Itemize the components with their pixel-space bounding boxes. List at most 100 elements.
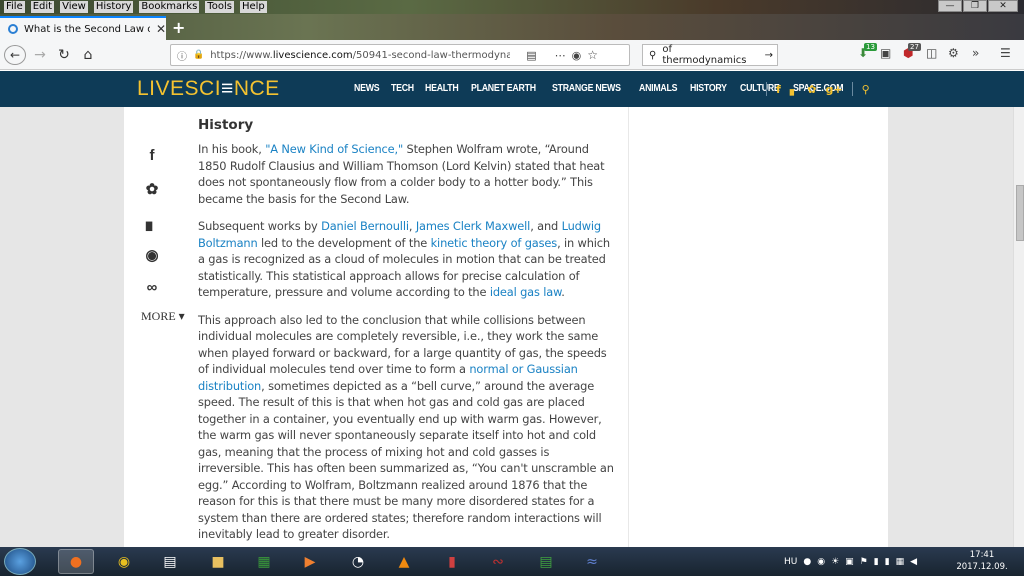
site-search-icon[interactable]: ⚲ [862, 83, 870, 96]
minimize-icon[interactable]: — [938, 0, 962, 12]
menu-file[interactable]: File [4, 1, 25, 13]
share-twitter-icon[interactable]: ✿ [140, 180, 164, 213]
scrollbar-thumb[interactable] [1016, 185, 1024, 241]
chrome-taskbar-icon[interactable]: ◉ [106, 549, 142, 574]
info-icon[interactable]: ⓘ [177, 48, 187, 63]
menu-history[interactable]: History [93, 1, 134, 13]
tray-app-icon[interactable]: ◉ [817, 557, 825, 567]
back-icon[interactable]: ← [4, 45, 26, 65]
vlc-taskbar-icon[interactable]: ▲ [386, 549, 422, 574]
menu-help[interactable]: Help [239, 1, 267, 13]
file-explorer-taskbar-icon[interactable]: ■ [200, 549, 236, 574]
nav-health[interactable]: HEALTH [425, 83, 459, 94]
sidebar-icon[interactable]: ◫ [926, 46, 937, 60]
tray-app-icon[interactable]: ▮ [885, 557, 890, 567]
nav-history[interactable]: HISTORY [690, 83, 727, 94]
hamburger-menu-icon[interactable]: ☰ [1000, 46, 1011, 60]
tab-bar: What is the Second Law of The ✕ + [0, 14, 1024, 40]
tray-app-icon[interactable]: ▣ [845, 557, 854, 567]
search-box[interactable]: ⚲ of thermodynamics → [642, 44, 778, 66]
social-links: f ▖ ✿ g+ ⚲ [766, 82, 870, 96]
link-kinetic-theory[interactable]: kinetic theory of gases [431, 236, 558, 250]
share-stumbleupon-icon[interactable]: ∞ [140, 279, 164, 312]
browser-tab[interactable]: What is the Second Law of The ✕ [0, 16, 166, 40]
wave-app-taskbar-icon[interactable]: ≈ [574, 549, 610, 574]
search-go-icon[interactable]: → [765, 50, 773, 61]
close-tab-icon[interactable]: ✕ [156, 22, 166, 36]
pocket-icon[interactable]: ◉ [572, 49, 582, 62]
extension-badge-red: 27 [908, 43, 921, 51]
article-body: History In his book, "A New Kind of Scie… [198, 117, 618, 547]
link-daniel-bernoulli[interactable]: Daniel Bernoulli [321, 219, 409, 233]
menu-view[interactable]: View [60, 1, 88, 13]
google-plus-icon[interactable]: g+ [825, 83, 842, 96]
firefox-taskbar-icon[interactable]: ● [58, 549, 94, 574]
document-taskbar-icon[interactable]: ▤ [152, 549, 188, 574]
media-player-taskbar-icon[interactable]: ▶ [292, 549, 328, 574]
tray-app-icon[interactable]: ⚑ [860, 557, 868, 567]
restore-icon[interactable]: ❐ [963, 0, 987, 12]
site-logo[interactable]: LIVESCI≡NCE [137, 77, 280, 101]
flipboard-icon[interactable]: ▖ [790, 83, 798, 96]
app-taskbar-icon[interactable]: ▮ [434, 549, 470, 574]
volume-icon[interactable]: ◀ [910, 557, 917, 567]
link-ideal-gas-law[interactable]: ideal gas law [490, 285, 562, 299]
clock-date: 2017.12.09. [956, 562, 1008, 572]
menu-bar: File Edit View History Bookmarks Tools H… [0, 0, 1024, 14]
paragraph-3: This approach also led to the conclusion… [198, 312, 614, 542]
overflow-menu-icon[interactable]: » [972, 46, 979, 60]
link-james-clerk-maxwell[interactable]: James Clerk Maxwell [416, 219, 531, 233]
system-clock[interactable]: 17:41 2017.12.09. [956, 549, 1008, 573]
close-window-icon[interactable]: ✕ [988, 0, 1018, 12]
tool-taskbar-icon[interactable]: ◔ [340, 549, 376, 574]
extension-icon[interactable]: ⚙ [948, 46, 959, 60]
link-new-kind-of-science[interactable]: "A New Kind of Science," [265, 142, 403, 156]
url-text: https://www.livescience.com/50941-second… [210, 49, 511, 61]
spreadsheet-taskbar-icon[interactable]: ▦ [246, 549, 282, 574]
nav-animals[interactable]: ANIMALS [639, 83, 678, 94]
reader-view-icon[interactable]: ▤ [526, 49, 536, 62]
menu-bookmarks[interactable]: Bookmarks [139, 1, 200, 13]
clock-time: 17:41 [969, 550, 995, 560]
nav-news[interactable]: NEWS [354, 83, 380, 94]
divider [851, 82, 853, 96]
facebook-icon[interactable]: f [776, 83, 781, 96]
more-share-button[interactable]: MORE ▾ [141, 309, 185, 324]
screenshot-icon[interactable]: ▣ [880, 46, 891, 60]
scope-taskbar-icon[interactable]: ∾ [480, 549, 516, 574]
bookmark-star-icon[interactable]: ☆ [587, 48, 598, 62]
reload-icon[interactable]: ↻ [54, 44, 74, 66]
nav-planet-earth[interactable]: PLANET EARTH [471, 83, 536, 94]
divider [766, 82, 767, 96]
extension-badge-green: 13 [864, 43, 877, 51]
nav-tech[interactable]: TECH [391, 83, 414, 94]
share-facebook-icon[interactable]: f [140, 147, 164, 180]
tray-app-icon[interactable]: ☀ [831, 557, 839, 567]
new-tab-icon[interactable]: + [172, 18, 185, 37]
page-actions-icon[interactable]: ⋯ [555, 49, 566, 62]
caret-down-icon: ▾ [178, 309, 185, 323]
share-bar: f ✿ ▖ ◉ ∞ [140, 147, 164, 312]
navigation-toolbar: ← → ↻ ⌂ ⓘ 🔒 https://www.livescience.com/… [0, 40, 1024, 70]
address-bar[interactable]: ⓘ 🔒 https://www.livescience.com/50941-se… [170, 44, 630, 66]
tray-app-icon[interactable]: ▮ [874, 557, 879, 567]
start-button[interactable] [4, 548, 36, 575]
vertical-scrollbar[interactable] [1013, 107, 1024, 547]
menu-tools[interactable]: Tools [205, 1, 234, 13]
network-icon[interactable]: ▦ [896, 557, 905, 567]
site-favicon-icon [8, 24, 18, 34]
share-reddit-icon[interactable]: ◉ [140, 246, 164, 279]
chart-app-taskbar-icon[interactable]: ▤ [528, 549, 564, 574]
twitter-icon[interactable]: ✿ [807, 83, 816, 96]
paragraph-1: In his book, "A New Kind of Science," St… [198, 142, 605, 206]
menu-edit[interactable]: Edit [30, 1, 55, 13]
nav-strange-news[interactable]: STRANGE NEWS [552, 83, 621, 94]
column-divider [628, 107, 629, 547]
share-flipboard-icon[interactable]: ▖ [140, 213, 164, 246]
tray-app-icon[interactable]: ● [803, 557, 811, 567]
window-controls: — ❐ ✕ [938, 0, 1018, 14]
language-indicator[interactable]: HU [784, 557, 797, 567]
forward-icon[interactable]: → [30, 44, 50, 66]
home-icon[interactable]: ⌂ [78, 44, 98, 66]
content-column: f ✿ ▖ ◉ ∞ MORE ▾ History In his book, "A… [124, 107, 888, 547]
